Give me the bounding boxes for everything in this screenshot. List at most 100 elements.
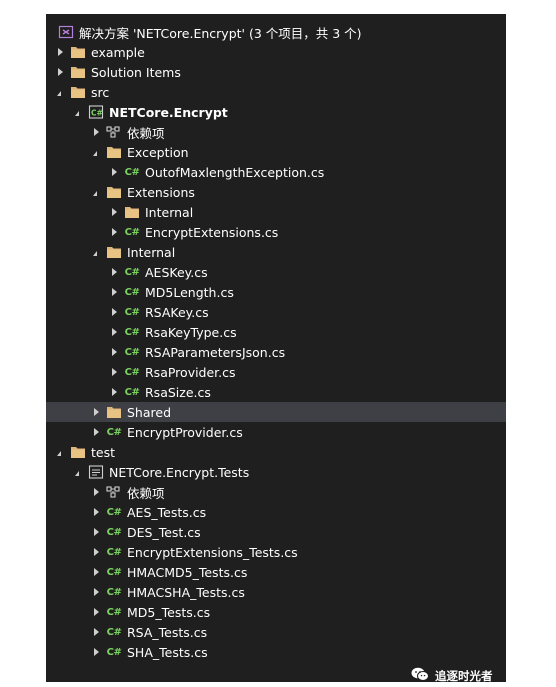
collapsed-arrow-icon[interactable] [54, 62, 64, 82]
collapsed-arrow-icon[interactable] [108, 302, 118, 322]
tree-item[interactable]: C# MD5Length.cs [46, 282, 506, 302]
collapsed-arrow-icon[interactable] [90, 402, 100, 422]
expanded-arrow-icon[interactable] [90, 142, 100, 162]
csharp-file-icon: C# [124, 164, 140, 180]
collapsed-arrow-icon[interactable] [108, 222, 118, 242]
collapsed-arrow-icon[interactable] [108, 382, 118, 402]
tree-item[interactable]: C# RsaKeyType.cs [46, 322, 506, 342]
csharp-file-icon: C# [124, 224, 140, 240]
csharp-glyph: C# [106, 506, 122, 518]
csharp-file-icon: C# [106, 524, 122, 540]
expanded-arrow-icon[interactable] [72, 102, 82, 122]
csharp-glyph: C# [106, 646, 122, 658]
tree-item[interactable]: C# RsaSize.cs [46, 382, 506, 402]
watermark: 追逐时光者 [411, 666, 493, 682]
tree-item[interactable]: C# NETCore.Encrypt [46, 102, 506, 122]
test-project-icon [88, 464, 104, 480]
csharp-glyph: C# [124, 386, 140, 398]
tree-item-label: Shared [127, 404, 172, 420]
tree-item[interactable]: example [46, 42, 506, 62]
wechat-icon [411, 667, 435, 682]
collapsed-arrow-icon[interactable] [90, 642, 100, 662]
tree-item[interactable]: Exception [46, 142, 506, 162]
csharp-glyph: C# [106, 566, 122, 578]
collapsed-arrow-icon[interactable] [90, 522, 100, 542]
csharp-glyph: C# [106, 626, 122, 638]
solution-label: 解决方案 'NETCore.Encrypt' (3 个项目，共 3 个) [79, 25, 362, 41]
tree-item[interactable]: C# RSAParametersJson.cs [46, 342, 506, 362]
expanded-arrow-icon[interactable] [72, 462, 82, 482]
tree-item-label: EncryptExtensions_Tests.cs [127, 544, 298, 560]
tree-item[interactable]: C# EncryptProvider.cs [46, 422, 506, 442]
tree-item-label: RsaProvider.cs [145, 364, 236, 380]
tree-item[interactable]: C# HMACSHA_Tests.cs [46, 582, 506, 602]
collapsed-arrow-icon[interactable] [90, 602, 100, 622]
tree-item-label: test [91, 444, 116, 460]
collapsed-arrow-icon[interactable] [108, 342, 118, 362]
folder-icon [106, 404, 122, 420]
collapsed-arrow-icon[interactable] [54, 42, 64, 62]
collapsed-arrow-icon[interactable] [108, 362, 118, 382]
csharp-file-icon: C# [124, 264, 140, 280]
tree-item-label: 依赖项 [127, 125, 165, 141]
tree-item[interactable]: Solution Items [46, 62, 506, 82]
collapsed-arrow-icon[interactable] [90, 482, 100, 502]
tree-item-label: NETCore.Encrypt.Tests [109, 464, 250, 480]
csharp-glyph: C# [124, 346, 140, 358]
folder-icon [124, 204, 140, 220]
tree-item[interactable]: C# DES_Test.cs [46, 522, 506, 542]
solution-root[interactable]: 解决方案 'NETCore.Encrypt' (3 个项目，共 3 个) [46, 22, 506, 42]
tree-item[interactable]: C# SHA_Tests.cs [46, 642, 506, 662]
tree-item[interactable]: Extensions [46, 182, 506, 202]
collapsed-arrow-icon[interactable] [90, 502, 100, 522]
tree-item[interactable]: C# EncryptExtensions.cs [46, 222, 506, 242]
tree-item-label: RSAKey.cs [145, 304, 209, 320]
tree-item[interactable]: src [46, 82, 506, 102]
expanded-arrow-icon[interactable] [90, 242, 100, 262]
csharp-glyph: C# [124, 366, 140, 378]
tree-item-label: AESKey.cs [145, 264, 208, 280]
collapsed-arrow-icon[interactable] [108, 162, 118, 182]
csharp-file-icon: C# [106, 604, 122, 620]
tree-item[interactable]: C# MD5_Tests.cs [46, 602, 506, 622]
tree-item-label: AES_Tests.cs [127, 504, 207, 520]
csharp-file-icon: C# [106, 624, 122, 640]
tree-item-label: EncryptExtensions.cs [145, 224, 279, 240]
tree-item[interactable]: C# RsaProvider.cs [46, 362, 506, 382]
collapsed-arrow-icon[interactable] [90, 582, 100, 602]
collapsed-arrow-icon[interactable] [90, 562, 100, 582]
expanded-arrow-icon[interactable] [54, 82, 64, 102]
tree-item[interactable]: NETCore.Encrypt.Tests [46, 462, 506, 482]
dependencies-icon [106, 484, 122, 500]
collapsed-arrow-icon[interactable] [108, 202, 118, 222]
tree-item[interactable]: C# EncryptExtensions_Tests.cs [46, 542, 506, 562]
collapsed-arrow-icon[interactable] [90, 542, 100, 562]
tree-item[interactable]: C# HMACMD5_Tests.cs [46, 562, 506, 582]
csharp-glyph: C# [124, 326, 140, 338]
tree-item[interactable]: C# OutofMaxlengthException.cs [46, 162, 506, 182]
expanded-arrow-icon[interactable] [90, 182, 100, 202]
tree-item[interactable]: C# RSAKey.cs [46, 302, 506, 322]
collapsed-arrow-icon[interactable] [108, 322, 118, 342]
collapsed-arrow-icon[interactable] [90, 122, 100, 142]
expanded-arrow-icon[interactable] [54, 442, 64, 462]
tree-item[interactable]: 依赖项 [46, 122, 506, 142]
tree-item-label: Solution Items [91, 64, 181, 80]
tree-item[interactable]: Internal [46, 242, 506, 262]
tree-item[interactable]: C# AES_Tests.cs [46, 502, 506, 522]
solution-icon [58, 24, 74, 40]
collapsed-arrow-icon[interactable] [90, 622, 100, 642]
tree-item-label: 依赖项 [127, 485, 165, 501]
tree-item[interactable]: Shared [46, 402, 506, 422]
csharp-glyph: C# [124, 226, 140, 238]
collapsed-arrow-icon[interactable] [108, 282, 118, 302]
tree-item[interactable]: test [46, 442, 506, 462]
tree-item[interactable]: Internal [46, 202, 506, 222]
tree-item[interactable]: C# AESKey.cs [46, 262, 506, 282]
csharp-file-icon: C# [106, 644, 122, 660]
tree-item-label: SHA_Tests.cs [127, 644, 208, 660]
tree-item[interactable]: 依赖项 [46, 482, 506, 502]
collapsed-arrow-icon[interactable] [108, 262, 118, 282]
collapsed-arrow-icon[interactable] [90, 422, 100, 442]
tree-item[interactable]: C# RSA_Tests.cs [46, 622, 506, 642]
